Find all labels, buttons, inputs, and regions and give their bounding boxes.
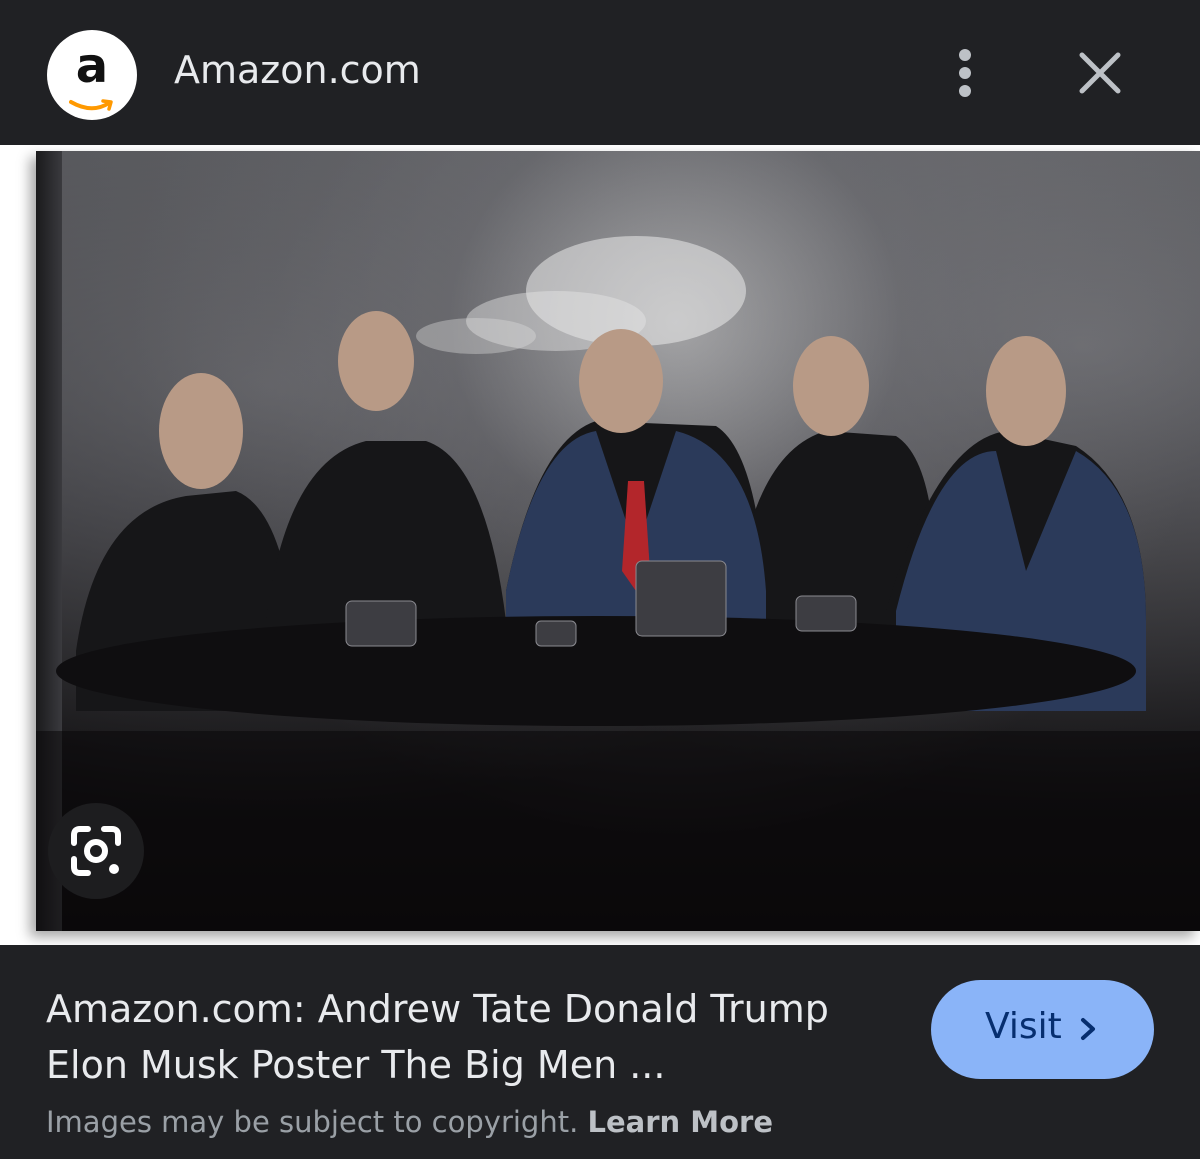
- site-name[interactable]: Amazon.com: [174, 48, 421, 92]
- visit-label: Visit: [985, 1006, 1062, 1047]
- poster-scene: [36, 236, 1200, 931]
- learn-more-link[interactable]: Learn More: [588, 1105, 774, 1139]
- amazon-logo: a: [47, 30, 137, 120]
- copyright-text: Images may be subject to copyright.: [46, 1105, 579, 1139]
- close-icon: [1079, 52, 1121, 94]
- amazon-smile-icon: [69, 99, 113, 111]
- more-vertical-icon: [959, 49, 971, 97]
- more-options-button[interactable]: [940, 44, 990, 104]
- viewer-header: a Amazon.com: [0, 0, 1200, 145]
- chevron-right-icon: [1081, 1018, 1095, 1040]
- result-title[interactable]: Amazon.com: Andrew Tate Donald Trump Elo…: [46, 981, 906, 1093]
- copyright-notice: Images may be subject to copyright. Lear…: [46, 1105, 773, 1139]
- google-lens-icon: [71, 826, 121, 876]
- amazon-logo-letter: a: [75, 38, 109, 94]
- visit-button[interactable]: Visit: [931, 980, 1154, 1079]
- result-info: Amazon.com: Andrew Tate Donald Trump Elo…: [0, 945, 1200, 1159]
- google-lens-button[interactable]: [48, 803, 144, 899]
- close-button[interactable]: [1070, 47, 1130, 102]
- image-preview[interactable]: [0, 145, 1200, 945]
